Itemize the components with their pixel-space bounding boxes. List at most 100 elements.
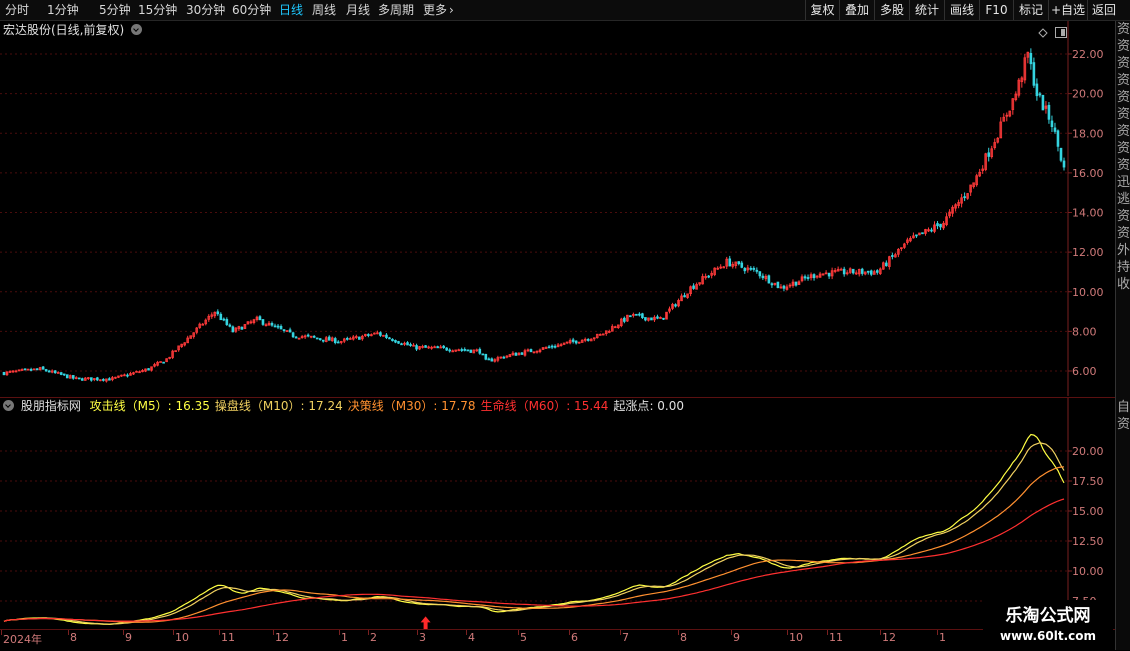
period-tab-5min[interactable]: 5分钟 <box>99 0 131 20</box>
indicator-chart[interactable]: 20.0017.5015.0012.5010.007.50 <box>0 398 1115 630</box>
add-favorite-button[interactable]: +自选 <box>1048 0 1087 20</box>
candle-body <box>1041 94 1045 111</box>
f10-button[interactable]: F10 <box>979 0 1013 20</box>
candle-body <box>939 223 942 228</box>
date-label: 10 <box>175 631 189 644</box>
adjust-button[interactable]: 复权 <box>805 0 839 20</box>
watermark-url: www.60lt.com <box>999 629 1097 643</box>
candle-body <box>794 281 798 286</box>
legend-value: : 15.44 <box>566 399 609 413</box>
statistics-button[interactable]: 统计 <box>909 0 944 20</box>
candle-body <box>553 345 557 348</box>
candle-body <box>529 349 533 353</box>
candle-body <box>1032 62 1036 86</box>
legend-label: 起涨点 <box>613 399 650 413</box>
y-tick-label: 12.00 <box>1072 246 1104 259</box>
period-tab-more[interactable]: 更多 › <box>423 0 454 20</box>
candle-body <box>288 329 292 333</box>
date-label: 9 <box>125 631 132 644</box>
candle-body <box>650 317 653 321</box>
overlay-button[interactable]: 叠加 <box>839 0 874 20</box>
diamond-icon[interactable] <box>1038 23 1048 38</box>
candle-body <box>885 262 888 267</box>
period-tab-30min[interactable]: 30分钟 <box>186 0 225 20</box>
date-label: 6 <box>571 631 578 644</box>
candle-body <box>1062 160 1066 168</box>
candle-body <box>839 268 843 271</box>
candle-body <box>219 313 223 321</box>
candle-body <box>159 361 162 363</box>
candle-body <box>812 274 816 279</box>
candle-body <box>767 275 771 284</box>
chevron-down-icon[interactable] <box>3 400 14 411</box>
candle-body <box>1056 130 1060 147</box>
candle-body <box>306 334 310 337</box>
candle-body <box>379 332 382 336</box>
y-tick-label: 12.50 <box>1072 535 1104 548</box>
candle-body <box>35 368 39 371</box>
chevron-right-icon: › <box>449 3 454 17</box>
legend-4: 起涨点: 0.00 <box>613 399 684 413</box>
candle-body <box>270 323 274 326</box>
legend-0: 攻击线（M5）: 16.35 <box>90 399 210 413</box>
multi-stock-button[interactable]: 多股 <box>874 0 909 20</box>
back-button[interactable]: 返回 <box>1087 0 1120 20</box>
candle-body <box>490 358 494 362</box>
period-tab-weekly[interactable]: 周线 <box>312 0 336 20</box>
candle-body <box>65 374 69 379</box>
date-tick <box>417 630 418 635</box>
candle-body <box>466 349 470 352</box>
candle-body <box>891 255 894 257</box>
legend-value: : 0.00 <box>649 399 685 413</box>
candle-body <box>571 339 575 342</box>
candle-body <box>782 285 786 289</box>
candle-body <box>397 341 400 344</box>
candle-body <box>415 345 418 350</box>
date-label: 1 <box>341 631 348 644</box>
candle-body <box>228 324 232 327</box>
candle-body <box>424 345 427 348</box>
candle-body <box>752 267 756 270</box>
date-tick <box>620 630 621 635</box>
candle-body <box>388 337 391 340</box>
period-tab-multi[interactable]: 多周期 <box>378 0 414 20</box>
draw-line-button[interactable]: 画线 <box>944 0 979 20</box>
period-tab-15min[interactable]: 15分钟 <box>138 0 177 20</box>
period-tab-daily[interactable]: 日线 <box>279 0 303 20</box>
date-label: 10 <box>789 631 803 644</box>
candle-body <box>469 349 473 353</box>
kline-panel[interactable]: 22.00 20.00 18.00 16.00 14.00 12.00 10.00 8.00 6… <box>0 21 1115 396</box>
mark-button[interactable]: 标记 <box>1013 0 1048 20</box>
candle-body <box>394 340 397 343</box>
candle-body <box>294 336 298 339</box>
ma-line-5 <box>3 433 1065 626</box>
chevron-down-icon[interactable] <box>131 24 143 35</box>
stock-title: 宏达股份(日线,前复权) <box>3 23 125 37</box>
kline-chart[interactable]: 22.00 20.00 18.00 16.00 14.00 12.00 10.00 8.00 6… <box>0 21 1115 396</box>
date-label: 12 <box>882 631 896 644</box>
period-tab-1min[interactable]: 1分钟 <box>47 0 79 20</box>
date-tick <box>787 630 788 635</box>
period-tab-monthly[interactable]: 月线 <box>346 0 370 20</box>
candle-body <box>915 234 918 237</box>
candle-body <box>869 270 873 275</box>
candle-body <box>261 319 265 325</box>
candle-body <box>740 262 744 268</box>
date-label: 4 <box>468 631 475 644</box>
period-tab-timeshare[interactable]: 分时 <box>5 0 29 20</box>
period-tab-60min[interactable]: 60分钟 <box>232 0 271 20</box>
legend-label: 攻击线（M5） <box>89 399 168 413</box>
date-label: 9 <box>733 631 740 644</box>
indicator-panel[interactable]: 20.0017.5015.0012.5010.007.50 股朋指标网 攻击线（… <box>0 397 1115 630</box>
candle-body <box>448 349 451 352</box>
legend-1: 操盘线（M10）: 17.24 <box>215 399 343 413</box>
candle-body <box>875 270 879 273</box>
panel-toggle-icon[interactable] <box>1055 23 1067 38</box>
stock-title-row: 宏达股份(日线,前复权) <box>3 22 143 38</box>
date-label: 5 <box>520 631 527 644</box>
candle-body <box>574 340 578 344</box>
candle-body <box>921 232 924 235</box>
candle-body <box>1059 147 1063 161</box>
candle-body <box>629 315 632 318</box>
candle-body <box>23 368 27 371</box>
